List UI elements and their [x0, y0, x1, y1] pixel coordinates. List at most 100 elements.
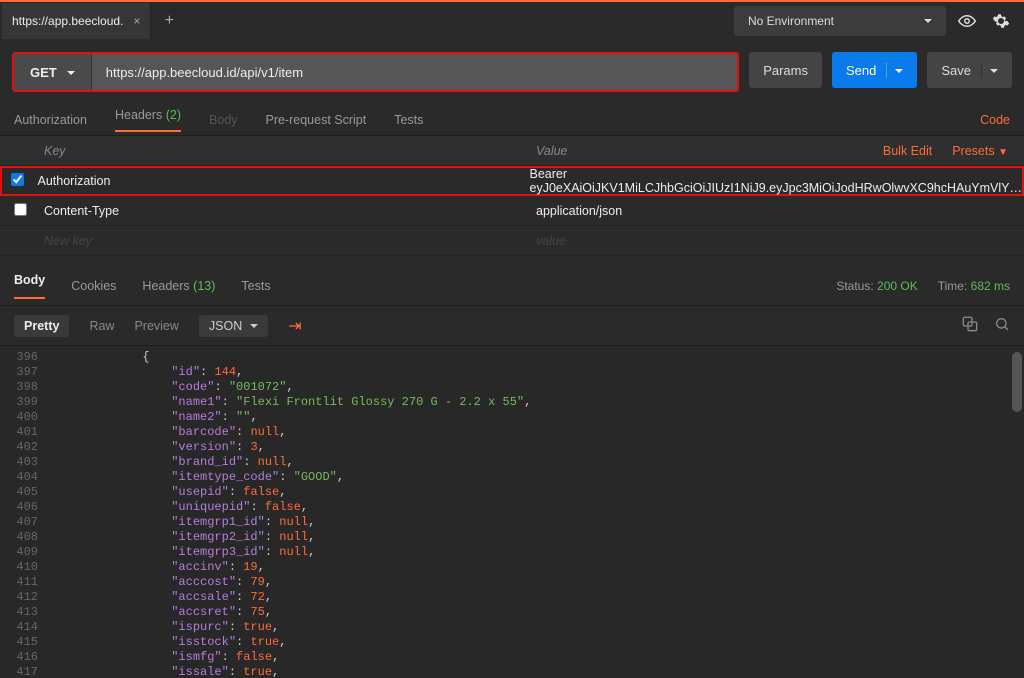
code-line: 400 "name2": "",: [0, 410, 1024, 425]
format-label: JSON: [209, 319, 242, 333]
line-number: 405: [0, 485, 56, 500]
tab-tests[interactable]: Tests: [394, 113, 423, 127]
resp-tab-headers[interactable]: Headers (13): [142, 279, 215, 293]
scrollbar-thumb[interactable]: [1012, 352, 1022, 412]
view-raw[interactable]: Raw: [89, 319, 114, 333]
line-number: 398: [0, 380, 56, 395]
resp-tab-tests[interactable]: Tests: [241, 279, 270, 293]
chevron-down-icon: [250, 319, 258, 333]
header-value[interactable]: application/json: [530, 204, 1024, 218]
headers-table: Key Value Bulk Edit Presets ▼ Authorizat…: [0, 136, 1024, 256]
code-line: 409 "itemgrp3_id": null,: [0, 545, 1024, 560]
chevron-down-icon[interactable]: [886, 63, 903, 78]
code-line: 399 "name1": "Flexi Frontlit Glossy 270 …: [0, 395, 1024, 410]
code-line: 405 "usepid": false,: [0, 485, 1024, 500]
eye-icon[interactable]: [954, 8, 980, 34]
code-line: 407 "itemgrp1_id": null,: [0, 515, 1024, 530]
response-body-viewer[interactable]: 396 {397 "id": 144,398 "code": "001072",…: [0, 346, 1024, 678]
environment-label: No Environment: [748, 14, 834, 28]
line-number: 406: [0, 500, 56, 515]
chevron-down-icon: [924, 14, 932, 28]
tab-headers-label: Headers: [115, 108, 162, 122]
header-key[interactable]: Authorization: [34, 174, 524, 188]
presets-dropdown[interactable]: Presets ▼: [952, 144, 1008, 158]
tab-authorization[interactable]: Authorization: [14, 113, 87, 127]
format-select[interactable]: JSON: [199, 315, 268, 337]
view-pretty[interactable]: Pretty: [14, 315, 69, 337]
caret-down-icon: ▼: [998, 147, 1008, 158]
bulk-edit-link[interactable]: Bulk Edit: [883, 144, 932, 158]
line-number: 415: [0, 635, 56, 650]
search-icon[interactable]: [994, 316, 1010, 335]
environment-select[interactable]: No Environment: [734, 6, 946, 36]
col-key: Key: [40, 144, 530, 158]
send-button[interactable]: Send: [832, 52, 917, 88]
line-number: 401: [0, 425, 56, 440]
line-number: 409: [0, 545, 56, 560]
line-number: 410: [0, 560, 56, 575]
viewer-toolbar: Pretty Raw Preview JSON ⇥: [0, 306, 1024, 346]
send-button-label: Send: [846, 63, 876, 78]
header-row[interactable]: Content-Typeapplication/json: [0, 196, 1024, 226]
line-number: 416: [0, 650, 56, 665]
line-number: 408: [0, 530, 56, 545]
gear-icon[interactable]: [988, 8, 1014, 34]
tab-title: https://app.beecloud.: [12, 14, 123, 28]
line-number: 404: [0, 470, 56, 485]
code-link[interactable]: Code: [980, 113, 1010, 127]
wrap-lines-icon[interactable]: ⇥: [288, 316, 301, 336]
headers-table-head: Key Value Bulk Edit Presets ▼: [0, 136, 1024, 166]
tab-headers-count: (2): [166, 108, 181, 122]
header-row-checkbox[interactable]: [11, 173, 24, 186]
presets-label: Presets: [952, 144, 994, 158]
copy-icon[interactable]: [962, 316, 978, 335]
line-number: 400: [0, 410, 56, 425]
header-key[interactable]: Content-Type: [40, 204, 530, 218]
header-row[interactable]: AuthorizationBearer eyJ0eXAiOiJKV1MiLCJh…: [0, 166, 1024, 196]
resp-tab-cookies[interactable]: Cookies: [71, 279, 116, 293]
close-icon[interactable]: ×: [133, 14, 140, 28]
code-line: 398 "code": "001072",: [0, 380, 1024, 395]
request-tabs: Authorization Headers (2) Body Pre-reque…: [0, 104, 1024, 136]
header-value[interactable]: Bearer eyJ0eXAiOiJKV1MiLCJhbGciOiJIUzI1N…: [524, 167, 1023, 195]
tab-headers[interactable]: Headers (2): [115, 108, 181, 132]
new-key-placeholder[interactable]: New key: [40, 234, 530, 248]
time-value: 682 ms: [971, 279, 1010, 293]
line-number: 413: [0, 605, 56, 620]
chevron-down-icon[interactable]: [981, 63, 998, 78]
status-value: 200 OK: [877, 279, 918, 293]
code-line: 406 "uniquepid": false,: [0, 500, 1024, 515]
new-value-placeholder[interactable]: value: [530, 234, 1024, 248]
tab-body[interactable]: Body: [209, 113, 238, 127]
tab-prerequest-script[interactable]: Pre-request Script: [265, 113, 366, 127]
add-tab-button[interactable]: +: [151, 12, 187, 30]
tab-bar: https://app.beecloud. × + No Environment: [0, 0, 1024, 40]
headers-new-row[interactable]: New key value: [0, 226, 1024, 256]
line-number: 397: [0, 365, 56, 380]
status-label: Status: 200 OK: [836, 279, 917, 293]
request-url-input[interactable]: [92, 54, 737, 90]
http-method-select[interactable]: GET: [14, 54, 92, 90]
code-line: 410 "accinv": 19,: [0, 560, 1024, 575]
params-button[interactable]: Params: [749, 52, 822, 88]
header-row-checkbox[interactable]: [14, 203, 27, 216]
line-number: 414: [0, 620, 56, 635]
code-line: 416 "ismfg": false,: [0, 650, 1024, 665]
code-line: 401 "barcode": null,: [0, 425, 1024, 440]
code-line: 396 {: [0, 350, 1024, 365]
code-line: 413 "accsret": 75,: [0, 605, 1024, 620]
tab-active[interactable]: https://app.beecloud. ×: [2, 3, 151, 39]
line-number: 412: [0, 590, 56, 605]
code-line: 411 "acccost": 79,: [0, 575, 1024, 590]
save-button[interactable]: Save: [927, 52, 1012, 88]
view-preview[interactable]: Preview: [134, 319, 178, 333]
time-label: Time: 682 ms: [938, 279, 1010, 293]
line-number: 411: [0, 575, 56, 590]
resp-tab-headers-count: (13): [193, 279, 215, 293]
resp-tab-body[interactable]: Body: [14, 273, 45, 299]
resp-tab-headers-label: Headers: [142, 279, 189, 293]
time-label-text: Time:: [938, 279, 968, 293]
line-number: 399: [0, 395, 56, 410]
code-line: 417 "issale": true,: [0, 665, 1024, 678]
code-line: 414 "ispurc": true,: [0, 620, 1024, 635]
